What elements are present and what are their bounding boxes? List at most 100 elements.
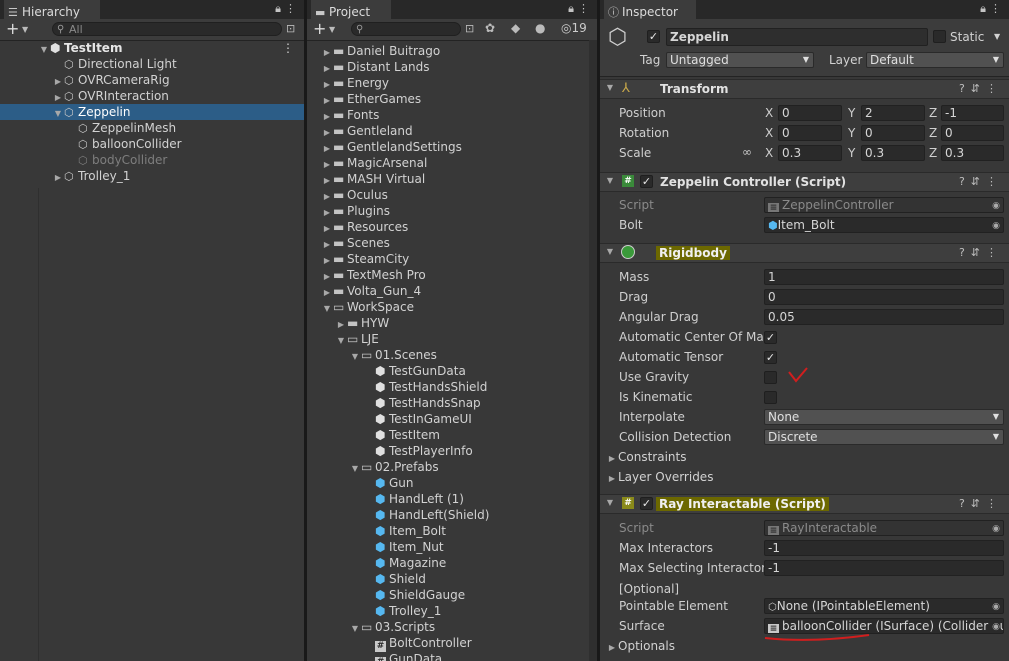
component-controls[interactable]: ?⇵⋮: [959, 82, 1003, 95]
hierarchy-item[interactable]: ⬡ balloonCollider: [0, 136, 304, 152]
object-name-field[interactable]: Zeppelin: [666, 28, 928, 46]
position-x-field[interactable]: 0: [778, 105, 842, 121]
project-window-controls[interactable]: 🔒︎⋮: [568, 2, 593, 16]
project-asset-item[interactable]: ⬢ TestGunData: [307, 363, 589, 379]
hierarchy-item[interactable]: ▶ ⬡ OVRCameraRig: [0, 72, 304, 88]
component-controls[interactable]: ?⇵⋮: [959, 246, 1003, 259]
chevron-down-icon[interactable]: ▼: [22, 19, 28, 40]
hierarchy-item[interactable]: ⬡ Directional Light: [0, 56, 304, 72]
surface-field[interactable]: ≡balloonCollider (ISurface) (Collider Su…: [764, 618, 1004, 634]
project-folder-item[interactable]: ▶ ▬ Distant Lands: [307, 59, 589, 75]
project-folder-item[interactable]: ▶ ▬ Plugins: [307, 203, 589, 219]
project-folder-item[interactable]: ▶ ▬ HYW: [307, 315, 589, 331]
zeppelin-controller-header[interactable]: ▼ # ✓ Zeppelin Controller (Script) ?⇵⋮: [600, 172, 1009, 192]
label-tag-icon[interactable]: ◆: [511, 21, 520, 35]
hierarchy-item[interactable]: ⬡ bodyCollider: [0, 152, 304, 168]
expand-triangle-icon[interactable]: ▼: [604, 83, 616, 92]
create-plus-icon[interactable]: +: [313, 19, 326, 39]
search-by-type-icon[interactable]: ⊡: [465, 22, 474, 35]
project-folder-item[interactable]: ▶ ▬ Oculus: [307, 187, 589, 203]
layer-overrides-foldout[interactable]: ▶ Layer Overrides: [606, 469, 1009, 485]
project-scrollbar[interactable]: [589, 40, 597, 661]
kebab-menu-icon[interactable]: ⋮: [990, 2, 1005, 15]
mass-field[interactable]: 1: [764, 269, 1004, 285]
pointable-element-field[interactable]: ⬡None (IPointableElement) ◉: [764, 598, 1004, 614]
project-folder-item[interactable]: ▶ ▬ GentlelandSettings: [307, 139, 589, 155]
project-asset-item[interactable]: ⬢ Item_Nut: [307, 539, 589, 555]
project-asset-item[interactable]: ⬢ TestInGameUI: [307, 411, 589, 427]
project-search-input[interactable]: ⚲: [351, 22, 461, 36]
interpolate-dropdown[interactable]: None ▼: [764, 409, 1004, 425]
chevron-down-icon[interactable]: ▼: [329, 19, 335, 40]
collision-detection-dropdown[interactable]: Discrete ▼: [764, 429, 1004, 445]
hierarchy-tab[interactable]: ☰ Hierarchy: [4, 0, 100, 20]
project-asset-item[interactable]: ⬢ ShieldGauge: [307, 587, 589, 603]
max-selecting-interactors-field[interactable]: -1: [764, 560, 1004, 576]
position-z-field[interactable]: -1: [941, 105, 1004, 121]
hierarchy-item[interactable]: ⬡ ZeppelinMesh: [0, 120, 304, 136]
inspector-window-controls[interactable]: 🔒︎⋮: [980, 2, 1005, 16]
transform-header[interactable]: ▼ ⅄ Transform ?⇵⋮: [600, 79, 1009, 99]
lock-icon[interactable]: 🔒︎: [980, 2, 990, 15]
expand-triangle-icon[interactable]: ▶: [52, 170, 64, 186]
project-folder-item[interactable]: ▶ ▬ Volta_Gun_4: [307, 283, 589, 299]
use-gravity-checkbox[interactable]: [764, 371, 777, 384]
optionals-foldout[interactable]: ▶ Optionals: [606, 638, 1009, 654]
hidden-packages-toggle[interactable]: ◎19: [561, 21, 587, 35]
project-folder-item[interactable]: ▶ ▬ Energy: [307, 75, 589, 91]
project-folder-item[interactable]: ▶ ▬ Daniel Buitrago: [307, 43, 589, 59]
project-asset-item[interactable]: ⬢ Shield: [307, 571, 589, 587]
expand-triangle-icon[interactable]: ▼: [604, 176, 616, 185]
scene-row[interactable]: ▼ ⬢ TestItem ⋮: [0, 40, 304, 56]
ray-interactable-header[interactable]: ▼ # ✓ Ray Interactable (Script) ?⇵⋮: [600, 494, 1009, 514]
component-controls[interactable]: ?⇵⋮: [959, 497, 1003, 510]
inspector-tab[interactable]: ⓘ Inspector: [604, 0, 696, 20]
project-folder-item[interactable]: ▼ ▭ WorkSpace: [307, 299, 589, 315]
lock-icon[interactable]: 🔒︎: [275, 2, 285, 15]
auto-center-of-mass-checkbox[interactable]: ✓: [764, 331, 777, 344]
drag-field[interactable]: 0: [764, 289, 1004, 305]
project-asset-item[interactable]: ⬢ HandLeft(Shield): [307, 507, 589, 523]
project-asset-item[interactable]: ⬢ Item_Bolt: [307, 523, 589, 539]
object-picker-icon[interactable]: ◉: [992, 600, 1000, 613]
bolt-object-field[interactable]: ⬢Item_Bolt ◉: [764, 217, 1004, 233]
project-folder-item[interactable]: ▼ ▭ LJE: [307, 331, 589, 347]
max-interactors-field[interactable]: -1: [764, 540, 1004, 556]
project-folder-item[interactable]: ▶ ▬ Fonts: [307, 107, 589, 123]
constraints-foldout[interactable]: ▶ Constraints: [606, 449, 1009, 465]
project-asset-item[interactable]: ⬢ TestHandsSnap: [307, 395, 589, 411]
project-folder-item[interactable]: ▶ ▬ TextMesh Pro: [307, 267, 589, 283]
component-enabled-checkbox[interactable]: ✓: [640, 497, 653, 510]
scale-x-field[interactable]: 0.3: [778, 145, 842, 161]
hierarchy-window-controls[interactable]: 🔒︎⋮: [275, 2, 300, 16]
search-mode-icon[interactable]: ⊡: [286, 22, 295, 35]
rigidbody-header[interactable]: ▼ Rigidbody ?⇵⋮: [600, 243, 1009, 263]
project-asset-item[interactable]: #GunData: [307, 651, 589, 661]
hierarchy-item[interactable]: ▶ ⬡ OVRInteraction: [0, 88, 304, 104]
project-folder-item[interactable]: ▼ ▭ 01.Scenes: [307, 347, 589, 363]
create-plus-icon[interactable]: +: [6, 19, 19, 39]
project-folder-item[interactable]: ▼ ▭ 02.Prefabs: [307, 459, 589, 475]
scale-z-field[interactable]: 0.3: [941, 145, 1004, 161]
constrain-proportions-link-icon[interactable]: ∞: [742, 145, 752, 159]
rotation-z-field[interactable]: 0: [941, 125, 1004, 141]
project-folder-item[interactable]: ▶ ▬ MagicArsenal: [307, 155, 589, 171]
rotation-y-field[interactable]: 0: [861, 125, 925, 141]
project-folder-item[interactable]: ▶ ▬ Resources: [307, 219, 589, 235]
hierarchy-search-input[interactable]: ⚲ All: [52, 22, 282, 36]
is-kinematic-checkbox[interactable]: [764, 391, 777, 404]
scale-y-field[interactable]: 0.3: [861, 145, 925, 161]
project-asset-item[interactable]: ⬢ HandLeft (1): [307, 491, 589, 507]
static-checkbox[interactable]: [933, 30, 946, 43]
project-asset-item[interactable]: ⬢ TestItem: [307, 427, 589, 443]
position-y-field[interactable]: 2: [861, 105, 925, 121]
auto-tensor-checkbox[interactable]: ✓: [764, 351, 777, 364]
component-enabled-checkbox[interactable]: ✓: [640, 175, 653, 188]
kebab-menu-icon[interactable]: ⋮: [578, 2, 593, 15]
project-folder-item[interactable]: ▶ ▬ MASH Virtual: [307, 171, 589, 187]
filter-type-icon[interactable]: ✿: [485, 21, 495, 35]
project-asset-item[interactable]: ⬢ TestHandsShield: [307, 379, 589, 395]
component-controls[interactable]: ?⇵⋮: [959, 175, 1003, 188]
object-picker-icon[interactable]: ◉: [992, 219, 1000, 232]
project-folder-item[interactable]: ▶ ▬ EtherGames: [307, 91, 589, 107]
